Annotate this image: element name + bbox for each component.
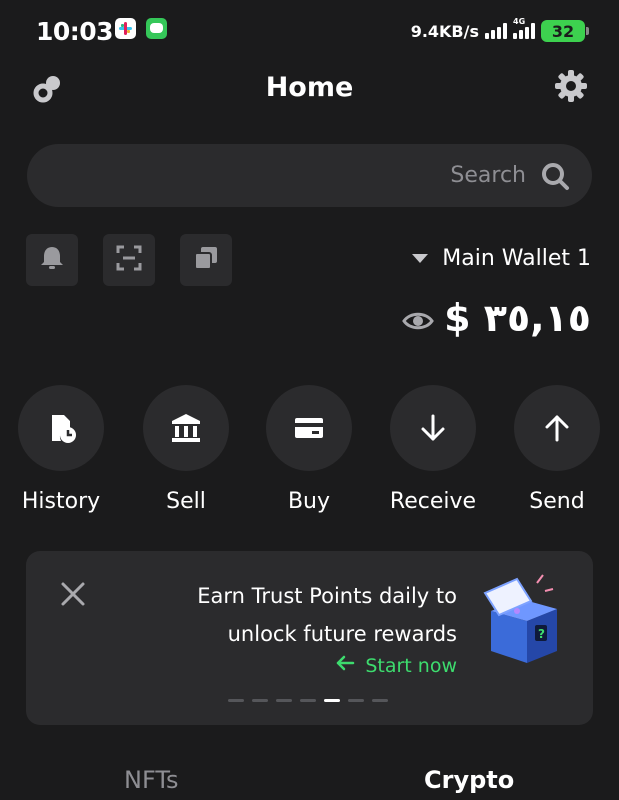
- arrow-up-icon: [514, 385, 600, 471]
- wallet-balance: $ ٣٥,١٥: [444, 296, 591, 340]
- tab-nfts[interactable]: NFTs: [124, 766, 179, 794]
- copy-address-button[interactable]: [180, 234, 232, 286]
- promo-text: Earn Trust Points daily to unlock future…: [197, 577, 457, 653]
- history-button[interactable]: History: [6, 385, 116, 514]
- start-now-link[interactable]: Start now: [335, 654, 457, 677]
- gear-icon[interactable]: [553, 68, 589, 104]
- treasure-box-icon: ?: [477, 571, 567, 667]
- svg-text:?: ?: [538, 627, 545, 641]
- wallet-name: Main Wallet 1: [442, 246, 591, 271]
- copy-icon: [192, 244, 220, 276]
- status-time: 10:03: [36, 17, 114, 46]
- close-icon[interactable]: [60, 581, 86, 607]
- status-indicators: 9.4KB/s 4G 32: [410, 17, 589, 42]
- network-type: 4G: [513, 17, 526, 26]
- page-title: Home: [265, 72, 354, 103]
- promo-line-1: Earn Trust Points daily to: [197, 584, 457, 608]
- slack-notification-icon: [115, 18, 136, 39]
- bell-icon: [38, 244, 66, 276]
- header: Home: [0, 60, 619, 116]
- send-label: Send: [529, 489, 585, 514]
- balance-row: $ ٣٥,١٥: [402, 296, 591, 340]
- messages-notification-icon: [146, 18, 167, 39]
- scan-icon: [115, 244, 143, 276]
- sell-button[interactable]: Sell: [131, 385, 241, 514]
- promo-pagination: [228, 699, 388, 702]
- wifi-signal-icon: [485, 23, 507, 39]
- card-icon: [266, 385, 352, 471]
- search-placeholder: Search: [450, 163, 526, 188]
- battery-tip: [586, 27, 589, 35]
- page-dot[interactable]: [372, 699, 388, 702]
- search-icon: [540, 161, 570, 191]
- tab-crypto[interactable]: Crypto: [424, 766, 514, 794]
- arrow-left-icon: [335, 654, 355, 677]
- page-dot[interactable]: [252, 699, 268, 702]
- bank-icon: [143, 385, 229, 471]
- chevron-down-icon: [412, 254, 429, 263]
- history-label: History: [21, 489, 101, 514]
- page-dot-active[interactable]: [324, 699, 340, 702]
- receive-button[interactable]: Receive: [378, 385, 488, 514]
- search-input[interactable]: Search: [27, 144, 592, 207]
- arrow-down-icon: [390, 385, 476, 471]
- sell-label: Sell: [166, 489, 206, 514]
- scan-button[interactable]: [103, 234, 155, 286]
- page-dot[interactable]: [348, 699, 364, 702]
- battery-indicator: 32: [541, 20, 585, 42]
- buy-button[interactable]: Buy: [254, 385, 364, 514]
- history-icon: [18, 385, 104, 471]
- start-now-label: Start now: [365, 654, 457, 677]
- wallet-selector[interactable]: Main Wallet 1: [412, 246, 591, 271]
- status-bar: 10:03 9.4KB/s 4G 32: [0, 0, 619, 60]
- send-button[interactable]: Send: [502, 385, 612, 514]
- notifications-button[interactable]: [26, 234, 78, 286]
- cellular-signal-icon: 4G: [513, 17, 535, 39]
- battery-level: 32: [551, 21, 575, 41]
- page-dot[interactable]: [276, 699, 292, 702]
- asset-tabs: NFTs Crypto: [0, 760, 619, 800]
- page-dot[interactable]: [228, 699, 244, 702]
- promo-line-2: unlock future rewards: [227, 622, 457, 646]
- eye-icon[interactable]: [402, 305, 434, 337]
- network-speed: 9.4KB/s: [410, 21, 479, 41]
- receive-label: Receive: [389, 489, 477, 514]
- buy-label: Buy: [287, 489, 331, 514]
- page-dot[interactable]: [300, 699, 316, 702]
- promo-card[interactable]: Earn Trust Points daily to unlock future…: [26, 551, 593, 725]
